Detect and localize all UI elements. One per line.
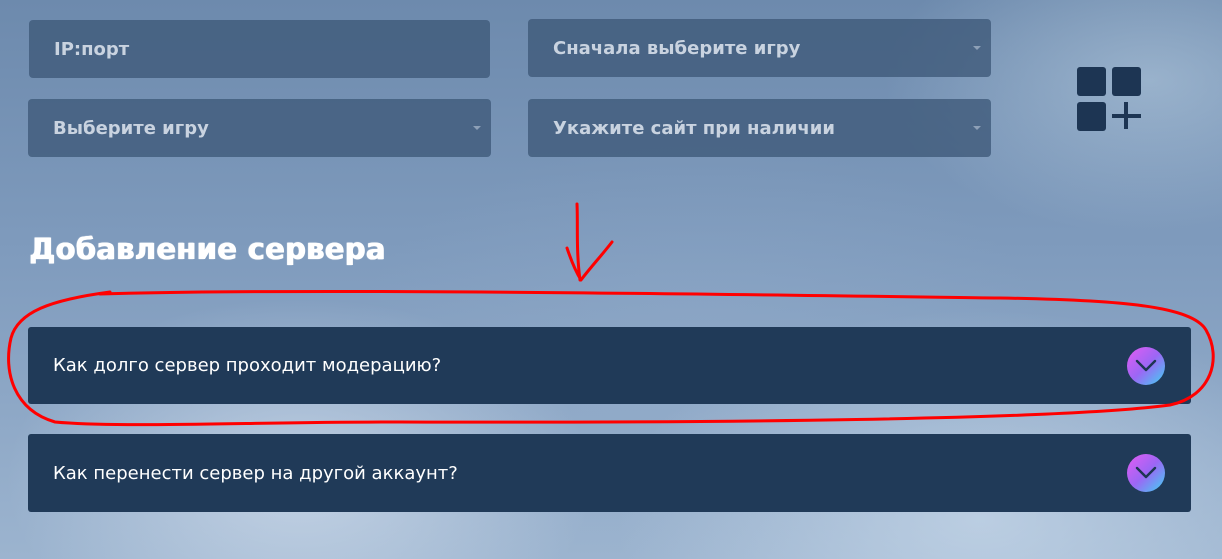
site-input[interactable]: Укажите сайт при наличии [528, 99, 991, 157]
site-placeholder: Укажите сайт при наличии [553, 117, 835, 139]
caret-down-icon [973, 126, 981, 130]
chevron-down-icon[interactable] [1127, 346, 1165, 385]
faq-question: Как перенести сервер на другой аккаунт? [53, 462, 458, 484]
add-grid-icon[interactable] [1077, 67, 1141, 131]
caret-down-icon [473, 126, 481, 130]
chevron-down-icon[interactable] [1127, 454, 1165, 492]
section-title: Добавление сервера [29, 232, 386, 266]
faq-item-moderation[interactable]: Как долго сервер проходит модерацию? [28, 327, 1191, 404]
annotation-arrow [565, 202, 614, 282]
game-mode-select[interactable]: Сначала выберите игру [528, 19, 991, 77]
game-mode-placeholder: Сначала выберите игру [553, 37, 801, 59]
game-select[interactable]: Выберите игру [28, 99, 491, 157]
game-select-placeholder: Выберите игру [53, 117, 209, 139]
caret-down-icon [973, 46, 981, 50]
faq-question: Как долго сервер проходит модерацию? [53, 355, 442, 376]
ip-port-input[interactable]: IP:порт [29, 20, 490, 78]
ip-port-placeholder: IP:порт [54, 38, 130, 60]
faq-item-transfer[interactable]: Как перенести сервер на другой аккаунт? [28, 434, 1191, 512]
